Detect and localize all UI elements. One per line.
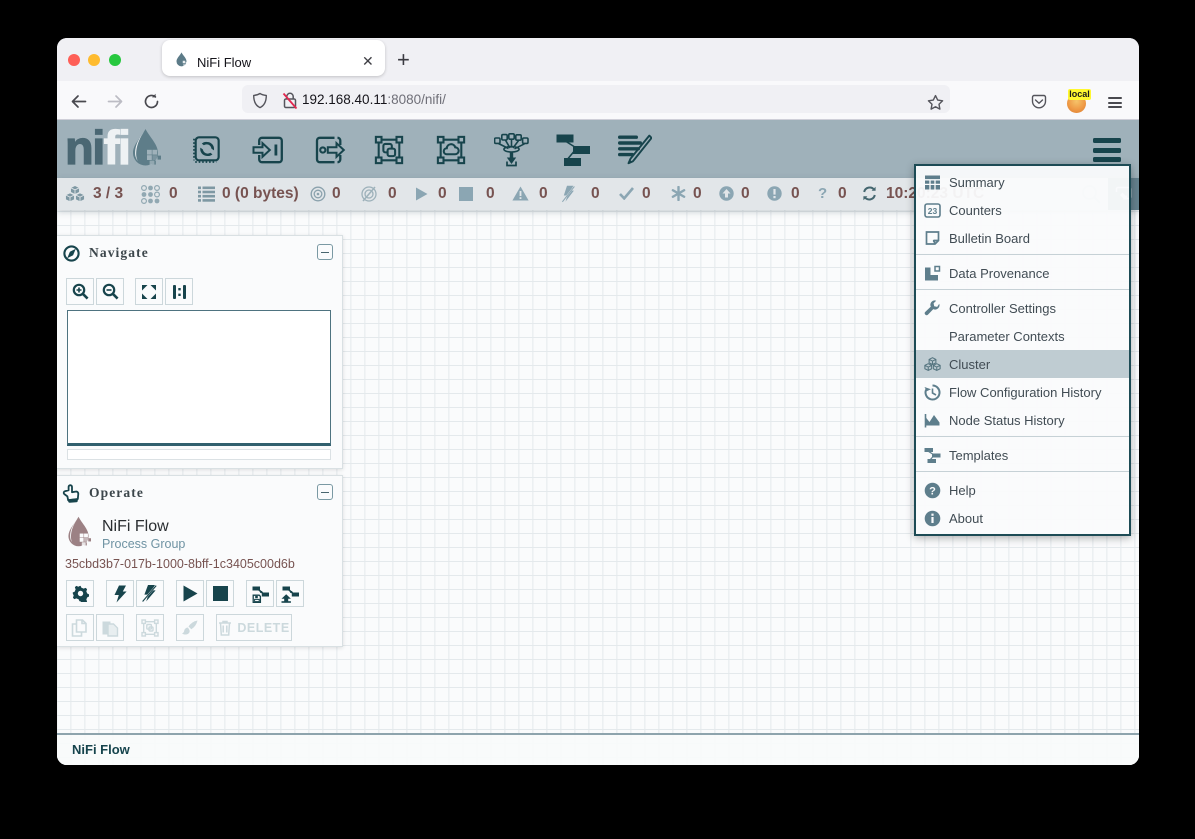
svg-text:?: ? bbox=[929, 485, 936, 497]
svg-text:23: 23 bbox=[928, 206, 938, 216]
